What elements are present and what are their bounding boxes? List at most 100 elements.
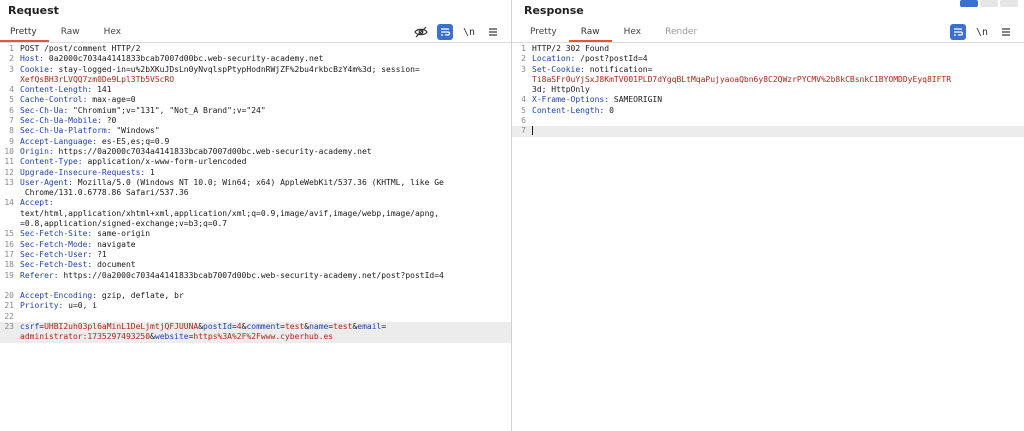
http-message-editor: Request Pretty Raw Hex \n 1 POST /post/c… [0, 0, 1024, 431]
header-name: Sec-Fetch-Dest: [20, 260, 93, 270]
line-number: 4 [9, 85, 14, 95]
line-number: 18 [4, 260, 14, 270]
tab-hex[interactable]: Hex [612, 26, 653, 42]
editor-line: 13 User-Agent: Mozilla/5.0 (Windows NT 10… [0, 178, 511, 188]
tab-pretty[interactable]: Pretty [0, 26, 49, 42]
header-name: User-Agent: [20, 177, 73, 187]
header-value: 0 [604, 105, 614, 115]
editor-line: 22 [0, 312, 511, 322]
body-param-name: postId [203, 322, 232, 332]
body-param-value: test [333, 322, 353, 332]
line-content: 3d; HttpOnly [532, 85, 1024, 95]
response-editor[interactable]: 1 HTTP/2 302 Found 2 Location: /post?postId… [512, 44, 1024, 431]
tab-hex[interactable]: Hex [92, 26, 133, 42]
request-editor[interactable]: 1 POST /post/comment HTTP/2 2 Host: 0a2000c… [0, 44, 511, 431]
editor-line: 3d; HttpOnly [512, 85, 1024, 95]
response-tabs: Pretty Raw Hex Render [518, 26, 709, 42]
line-number: 7 [9, 116, 14, 126]
editor-line: 8 Sec-Ch-Ua-Platform: "Windows" [0, 126, 511, 136]
text-caret [532, 126, 533, 136]
line-content: Accept: [20, 198, 511, 208]
header-value: navigate [92, 239, 136, 249]
line-content: Chrome/131.0.6778.86 Safari/537.36 [20, 188, 511, 198]
line-number: 23 [4, 322, 14, 332]
hide-nonprinting-toggle[interactable] [413, 24, 429, 40]
tab-raw[interactable]: Raw [49, 26, 92, 42]
header-name: Content-Length: [532, 105, 605, 115]
header-value: =0.8,application/signed-exchange;v=b3;q=… [20, 219, 228, 229]
body-param-name: name [309, 322, 329, 332]
header-name: Origin: [20, 146, 54, 156]
body-param-value: test [284, 322, 305, 332]
editor-line: 18 Sec-Fetch-Dest: document [0, 260, 511, 270]
header-value: /post?postId=4 [575, 54, 648, 64]
header-value: https://0a2000c7034a4141833bcab7007d00bc… [58, 270, 444, 280]
tab-raw[interactable]: Raw [568, 26, 612, 42]
line-content: Sec-Fetch-Site: same-origin [20, 229, 511, 239]
line-content: Content-Type: application/x-www-form-url… [20, 157, 511, 167]
newline-label: \n [462, 26, 476, 38]
header-value: max-age=0 [87, 95, 136, 105]
header-name: Sec-Fetch-Mode: [20, 239, 93, 249]
newline-toggle[interactable]: \n [461, 24, 477, 40]
response-menu-button[interactable] [998, 24, 1014, 40]
editor-line: 4 Content-Length: 141 [0, 85, 511, 95]
line-number: 12 [4, 167, 14, 177]
editor-line: 10 Origin: https://0a2000c7034a4141833bca… [0, 147, 511, 157]
editor-line: 7 Sec-Ch-Ua-Mobile: ?0 [0, 116, 511, 126]
request-panel: Request Pretty Raw Hex \n 1 POST /post/c… [0, 0, 512, 431]
layout-stacked-option[interactable] [980, 0, 998, 7]
body-param-name: comment [246, 322, 281, 332]
line-content: Host: 0a2000c7034a4141833bcab7007d00bc.w… [20, 54, 511, 64]
editor-line: 23 csrf=UHBI2uh03pl6aMinL1DeLjmtjQFJUUNA&… [0, 322, 511, 333]
line-content: Content-Length: 0 [532, 106, 1024, 116]
eye-slash-icon [414, 26, 428, 38]
tab-render[interactable]: Render [653, 26, 709, 42]
body-param-name: website [154, 332, 189, 342]
line-number: 22 [4, 311, 14, 321]
layout-split-option[interactable] [960, 0, 978, 7]
line-content: Location: /post?postId=4 [532, 54, 1024, 64]
hamburger-menu-icon [489, 28, 497, 36]
tab-pretty[interactable]: Pretty [518, 26, 569, 42]
line-number: 15 [4, 229, 14, 239]
header-value: https://0a2000c7034a4141833bcab7007d00bc… [53, 146, 372, 156]
layout-single-option[interactable] [1000, 0, 1018, 7]
line-number: 13 [4, 177, 14, 187]
request-toolbar: \n [413, 24, 501, 40]
request-menu-button[interactable] [485, 24, 501, 40]
header-value: XefQsBH3rLVQQ7zm0De9Lpl3Tb5VScRO [20, 74, 175, 84]
newline-toggle[interactable]: \n [974, 24, 990, 40]
header-value: "Windows" [111, 126, 160, 136]
header-name: Referer: [20, 270, 59, 280]
editor-line: 1 POST /post/comment HTTP/2 [0, 44, 511, 54]
line-content: Content-Length: 141 [20, 85, 511, 95]
header-value: text/html,application/xhtml+xml,applicat… [20, 208, 440, 218]
header-name: Accept-Encoding: [20, 291, 98, 301]
header-name: Sec-Ch-Ua-Platform: [20, 126, 112, 136]
line-content: Sec-Fetch-User: ?1 [20, 250, 511, 260]
line-number: 6 [521, 116, 526, 126]
line-number: 14 [4, 198, 14, 208]
header-value: HTTP/2 302 Found [532, 44, 610, 53]
line-number: 9 [9, 136, 14, 146]
tabs-divider [512, 42, 1024, 43]
header-value: es-ES,es;q=0.9 [97, 136, 170, 146]
header-value: stay-logged-in=u%2bXKuJDsLn0yNvqlspPtypH… [53, 64, 420, 74]
line-number: 8 [9, 126, 14, 136]
line-content [532, 126, 1024, 136]
wrap-lines-toggle[interactable] [950, 24, 966, 40]
line-content: Sec-Ch-Ua-Platform: "Windows" [20, 126, 511, 136]
header-value: application/x-www-form-urlencoded [82, 157, 247, 167]
header-name: Location: [532, 54, 576, 64]
header-value: document [92, 260, 136, 270]
hamburger-menu-icon [1002, 28, 1010, 36]
editor-line: administrator:1735297493250&website=http… [0, 332, 511, 343]
line-number: 19 [4, 270, 14, 280]
layout-toggle[interactable] [960, 0, 1018, 7]
wrap-lines-toggle[interactable] [437, 24, 453, 40]
header-name: Accept: [20, 198, 54, 208]
line-content: Priority: u=0, i [20, 301, 511, 311]
request-title: Request [8, 4, 59, 17]
